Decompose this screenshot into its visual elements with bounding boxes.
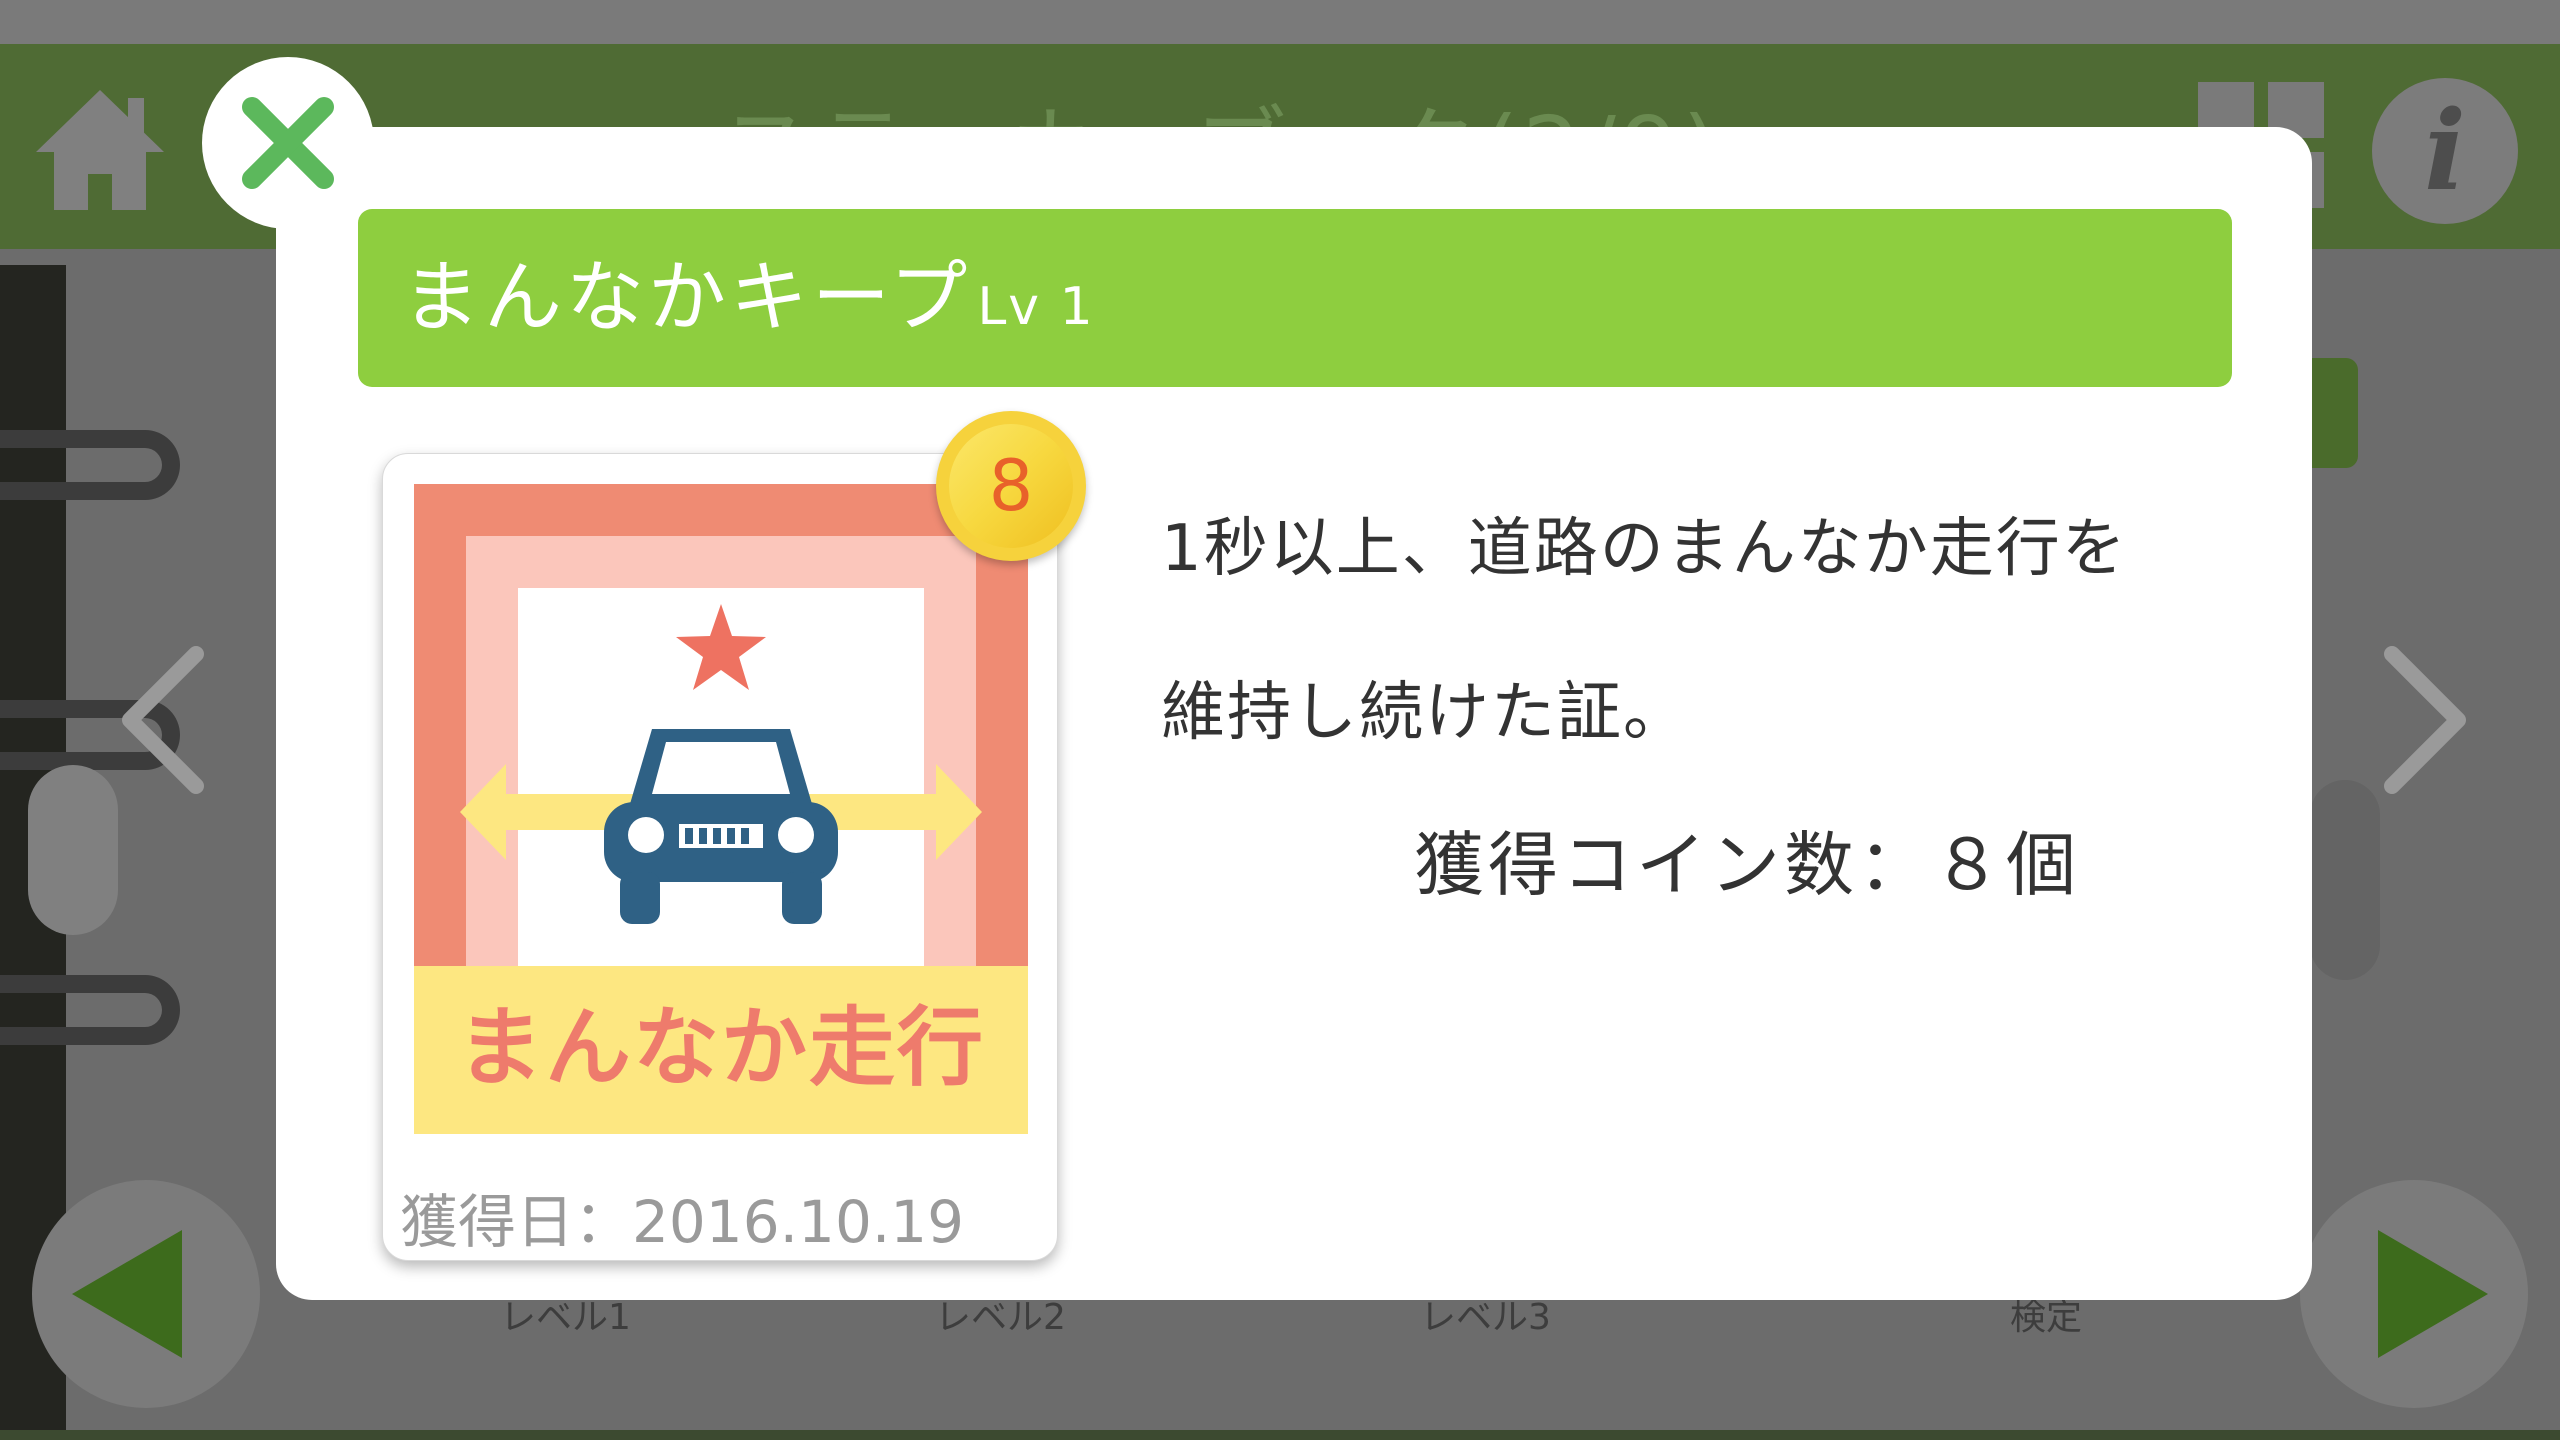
sticker-detail-dialog: まんなかキープ Lv 1 まんなか走行 8 1秒以上、道路のまんなか走行を 維持… (276, 127, 2312, 1300)
info-icon[interactable]: i (2372, 78, 2518, 224)
next-page-button[interactable] (2300, 1180, 2528, 1408)
home-icon[interactable] (30, 82, 170, 222)
status-strip (0, 0, 2560, 44)
sticker-badge: まんなか走行 (382, 453, 1058, 1261)
description-line: 1秒以上、道路のまんなか走行を (1161, 512, 2128, 586)
acquired-date: 獲得日：2016.10.19 (400, 1188, 965, 1256)
binder-ring (0, 975, 180, 1045)
dialog-title-bar: まんなかキープ Lv 1 (358, 209, 2232, 387)
sticker-level: Lv 1 (977, 277, 1095, 337)
bottom-bar (0, 1430, 2560, 1440)
binder-knob (28, 765, 118, 935)
play-right-icon (2378, 1230, 2488, 1358)
play-left-icon (72, 1230, 182, 1358)
coin-badge: 8 (936, 411, 1086, 561)
page-shadow (2310, 780, 2380, 980)
badge-caption: まんなか走行 (457, 998, 985, 1098)
binder-ring (0, 430, 180, 500)
previous-page-button[interactable] (32, 1180, 260, 1408)
dialog-title: まんなかキープ Lv 1 (402, 235, 1095, 347)
sticker-name: まんなかキープ (402, 253, 972, 343)
chevron-left-icon[interactable] (112, 640, 212, 800)
coin-count: 獲得コイン数：８個 (1414, 824, 2080, 906)
close-button[interactable] (202, 57, 374, 229)
description-line: 維持し続けた証。 (1161, 676, 1689, 750)
close-icon (242, 97, 334, 189)
coin-value: 8 (988, 445, 1034, 527)
sticker-description: 1秒以上、道路のまんなか走行を 維持し続けた証。 (1161, 467, 2281, 795)
chevron-right-icon[interactable] (2376, 640, 2476, 800)
